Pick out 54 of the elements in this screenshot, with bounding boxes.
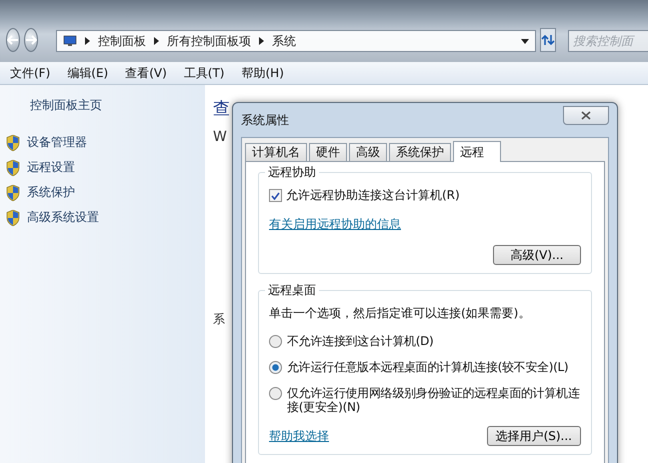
text-fragment: 查 <box>213 98 230 120</box>
sidebar-link[interactable]: 高级系统设置 <box>27 209 99 226</box>
advanced-button[interactable]: 高级(V)... <box>493 245 581 265</box>
instruction-text: 单击一个选项，然后指定谁可以连接(如果需要)。 <box>269 305 532 322</box>
sidebar-home-link[interactable]: 控制面板主页 <box>30 97 205 114</box>
forward-arrow-icon <box>25 35 37 45</box>
chevron-icon <box>154 37 159 45</box>
search-field[interactable]: 搜索控制面 <box>568 30 648 52</box>
close-button[interactable] <box>563 106 609 124</box>
sidebar-link[interactable]: 设备管理器 <box>27 134 87 151</box>
monitor-icon <box>63 35 77 47</box>
shield-icon <box>6 134 20 150</box>
dialog-title: 系统属性 <box>241 112 289 128</box>
shield-icon <box>6 160 20 176</box>
menu-item[interactable]: 帮助(H) <box>242 64 284 82</box>
radio-label: 不允许连接到这台计算机(D) <box>287 334 434 348</box>
radio-button[interactable] <box>269 361 282 374</box>
shield-icon <box>6 210 20 226</box>
menu-item[interactable]: 文件(F) <box>10 64 50 82</box>
checkbox-label: 允许远程协助连接这台计算机(R) <box>286 187 460 204</box>
tab[interactable]: 高级 <box>349 143 387 162</box>
sidebar-link[interactable]: 远程设置 <box>27 159 75 176</box>
breadcrumb[interactable]: 所有控制面板项 <box>167 32 251 50</box>
back-arrow-icon <box>7 35 19 45</box>
text-fragment: 系 <box>213 311 225 328</box>
dropdown-icon[interactable] <box>521 38 529 44</box>
tab[interactable]: 远程 <box>453 141 501 162</box>
tab[interactable]: 系统保护 <box>389 143 451 162</box>
menu-item[interactable]: 查看(V) <box>125 64 167 82</box>
radio-button[interactable] <box>269 387 282 400</box>
tab[interactable]: 计算机名 <box>245 143 307 162</box>
tab[interactable]: 硬件 <box>309 143 347 162</box>
forward-button[interactable] <box>24 28 38 52</box>
menu-item[interactable]: 工具(T) <box>184 64 224 82</box>
address-bar[interactable]: 控制面板 所有控制面板项 系统 <box>56 30 536 52</box>
radio-label: 允许运行任意版本远程桌面的计算机连接(较不安全)(L) <box>287 360 568 374</box>
radio-label: 仅允许运行使用网络级别身份验证的远程桌面的计算机连接(更安全)(N) <box>287 386 581 414</box>
text-fragment: W <box>213 129 227 145</box>
checkbox[interactable] <box>269 189 282 202</box>
sidebar-link[interactable]: 系统保护 <box>27 184 75 201</box>
refresh-button[interactable] <box>540 28 556 52</box>
radio-button[interactable] <box>269 335 282 348</box>
info-link[interactable]: 有关启用远程协助的信息 <box>269 217 401 231</box>
shield-icon <box>6 184 20 200</box>
breadcrumb[interactable]: 控制面板 <box>98 32 146 50</box>
menu-item[interactable]: 编辑(E) <box>67 64 108 82</box>
chevron-icon <box>85 37 90 45</box>
breadcrumb[interactable]: 系统 <box>272 32 296 50</box>
select-users-button[interactable]: 选择用户(S)... <box>486 426 581 446</box>
group-legend: 远程桌面 <box>265 282 319 299</box>
chevron-icon <box>259 37 264 45</box>
help-link[interactable]: 帮助我选择 <box>269 428 329 444</box>
back-button[interactable] <box>6 28 20 52</box>
close-icon <box>581 110 591 120</box>
